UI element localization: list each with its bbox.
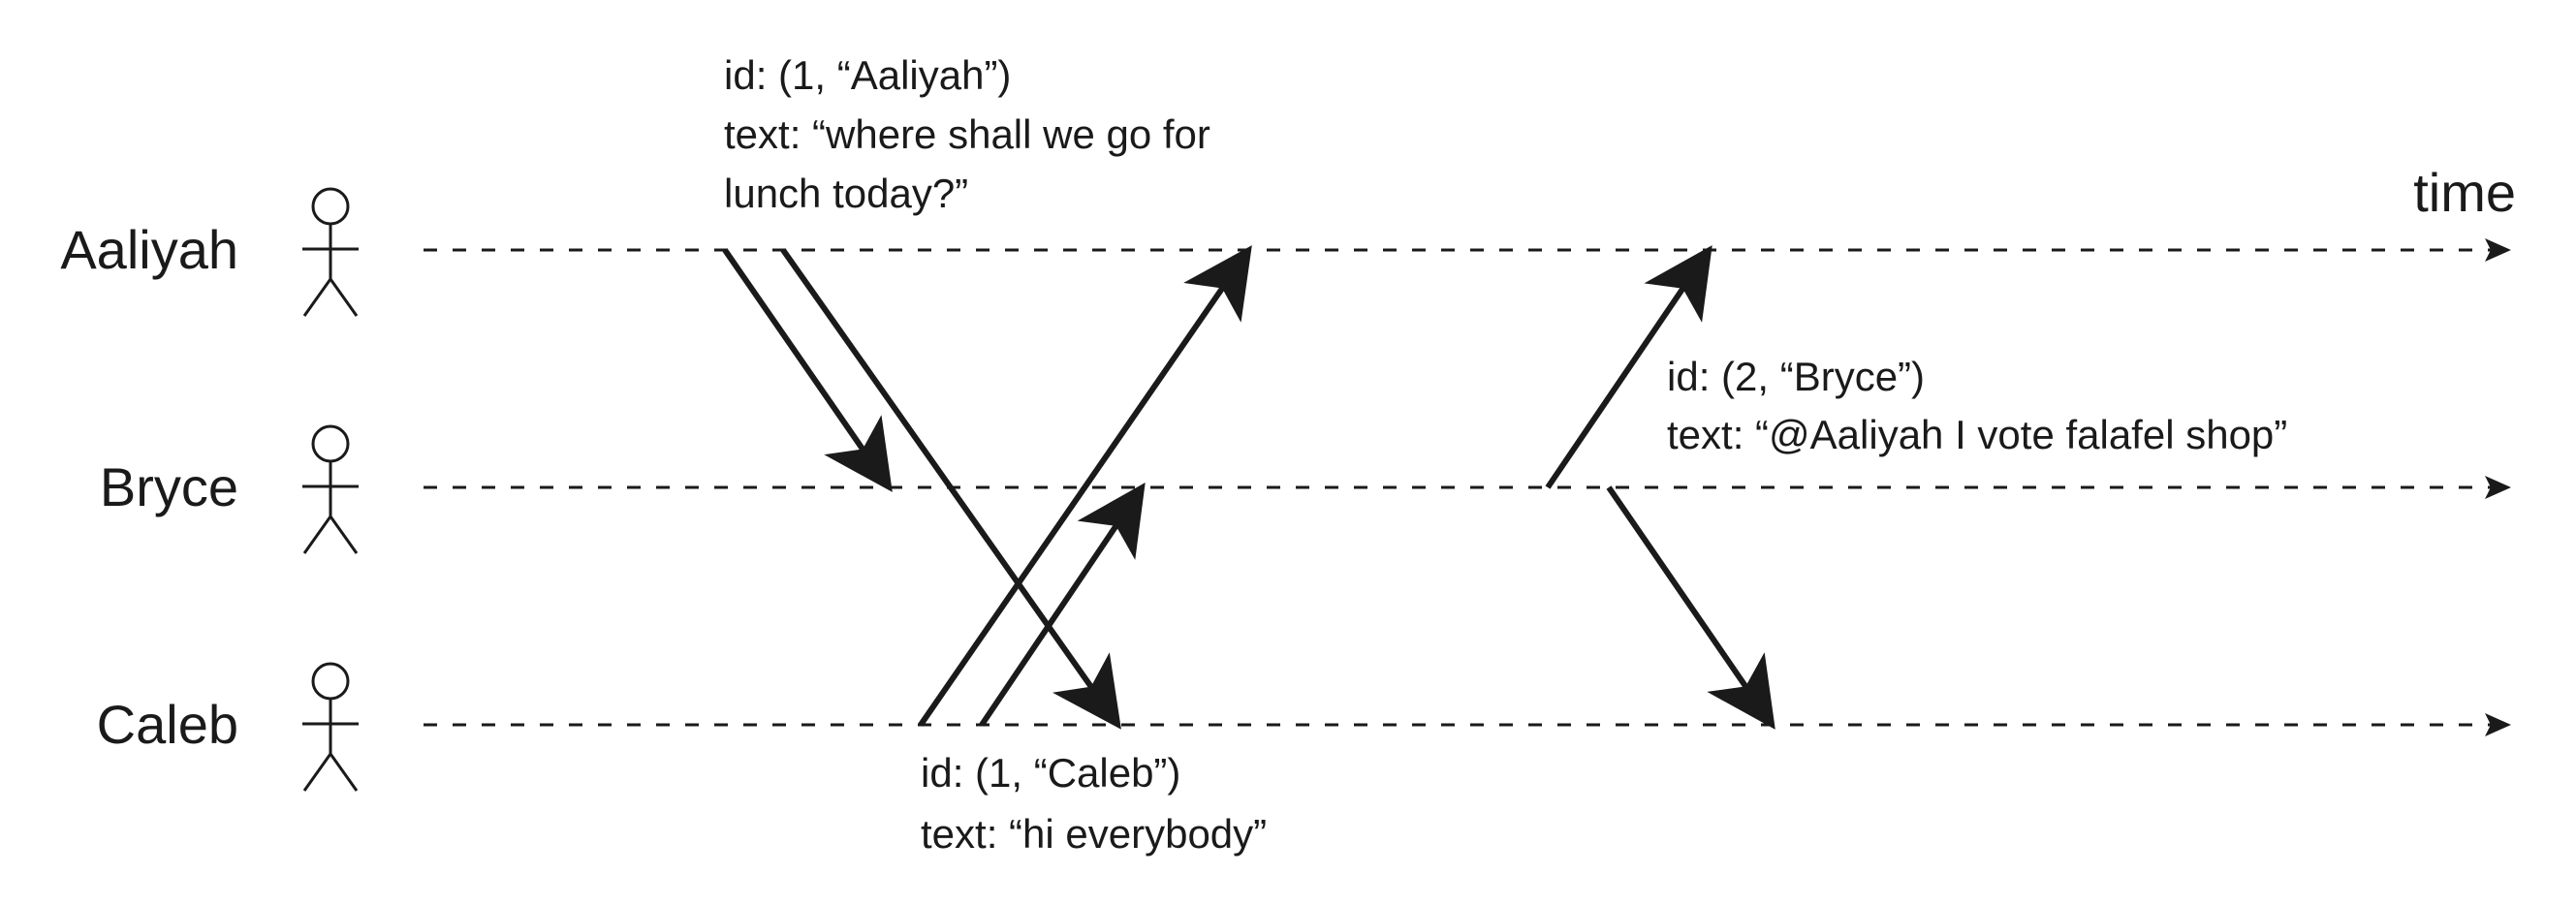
note-line: text: “@Aaliyah I vote falafel shop”	[1667, 412, 2287, 457]
stick-figure-icon	[302, 662, 359, 792]
note-line: lunch today?”	[724, 171, 968, 216]
note-line: text: “where shall we go for	[724, 111, 1210, 157]
actor-name: Aaliyah	[60, 219, 238, 280]
stick-figure-icon	[302, 424, 359, 554]
note-line: text: “hi everybody”	[921, 811, 1267, 857]
message-arrow-caleb-to-aaliyah	[918, 245, 1252, 727]
note-line: id: (2, “Bryce”)	[1667, 354, 1925, 399]
message-arrow-aaliyah-to-caleb	[780, 248, 1121, 730]
actor-caleb: Caleb	[97, 662, 359, 792]
actor-bryce: Bryce	[100, 424, 359, 554]
actor-name: Bryce	[100, 456, 238, 517]
note-line: id: (1, “Caleb”)	[921, 750, 1180, 796]
time-label: time	[2413, 162, 2516, 223]
stick-figure-icon	[302, 187, 359, 317]
note-line: id: (1, “Aaliyah”)	[724, 52, 1011, 98]
actor-aaliyah: Aaliyah	[60, 187, 359, 317]
actor-name: Caleb	[97, 694, 238, 755]
note-aaliyah-message: id: (1, “Aaliyah”) text: “where shall we…	[724, 52, 1210, 216]
message-arrow-bryce-to-caleb	[1606, 485, 1775, 730]
note-bryce-message: id: (2, “Bryce”) text: “@Aaliyah I vote …	[1667, 354, 2287, 457]
message-sequence-diagram: time Aaliyah Bryce Caleb id: (1, “Aaliya…	[60, 52, 2516, 857]
note-caleb-message: id: (1, “Caleb”) text: “hi everybody”	[921, 750, 1267, 857]
